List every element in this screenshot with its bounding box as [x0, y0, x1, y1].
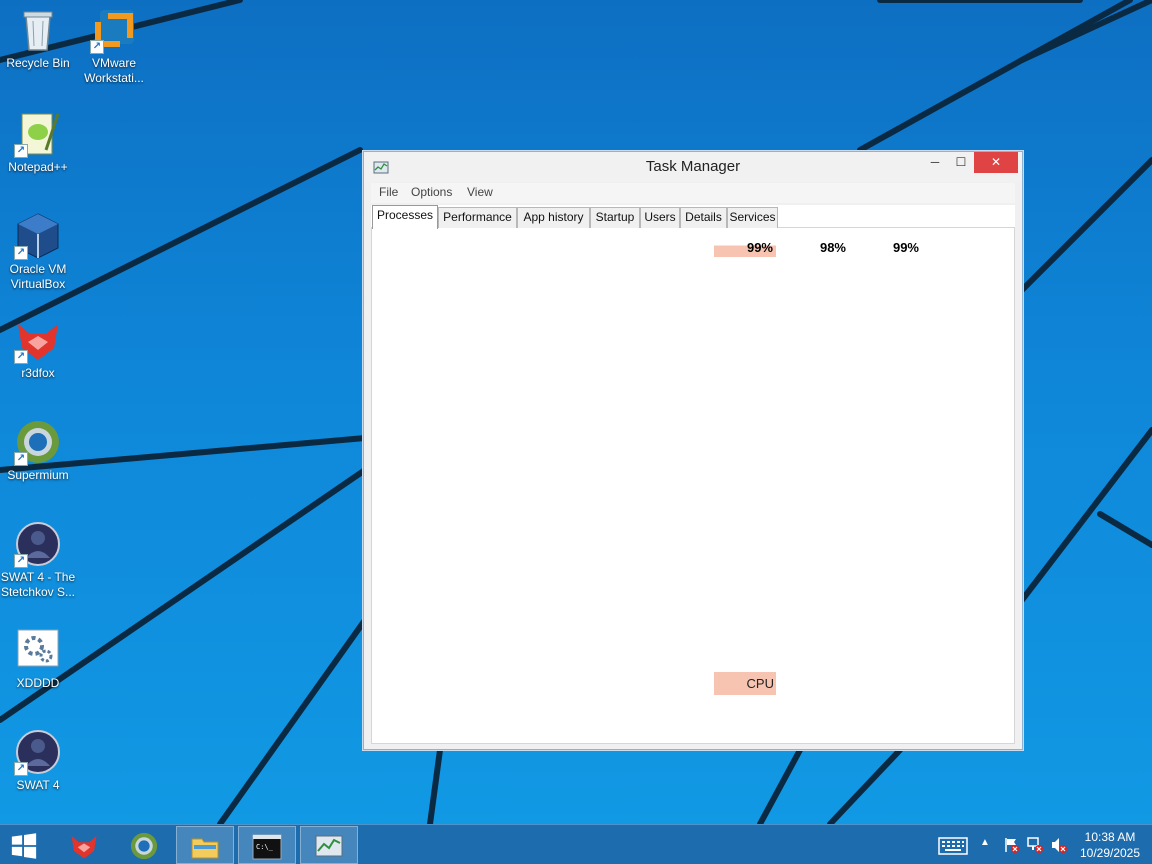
- taskbar-supermium[interactable]: [116, 826, 174, 864]
- swat4-icon: ↗: [14, 520, 62, 568]
- touch-keyboard-icon[interactable]: [938, 837, 968, 855]
- cpu-usage-header[interactable]: 99%: [714, 240, 776, 262]
- desktop-icon-label: SWAT 4: [16, 778, 60, 792]
- swat4-icon: ↗: [14, 728, 62, 776]
- desktop-icon-vmware[interactable]: ↗ VMware Workstati...: [76, 6, 152, 86]
- desktop-icon-notepad-plus-plus[interactable]: ↗ Notepad++: [0, 110, 76, 175]
- svg-text:C:\_: C:\_: [256, 843, 274, 851]
- close-button[interactable]: ✕: [974, 152, 1018, 173]
- tab-users[interactable]: Users: [640, 207, 680, 228]
- supermium-icon: ↗: [14, 418, 62, 466]
- desktop-icon-swat4[interactable]: ↗ SWAT 4: [0, 728, 76, 793]
- desktop-icon-label: Oracle VM VirtualBox: [9, 262, 67, 291]
- folder-icon: [191, 838, 219, 859]
- tab-startup[interactable]: Startup: [590, 207, 640, 228]
- menu-options[interactable]: Options: [411, 185, 452, 199]
- taskbar-task-manager[interactable]: [300, 826, 358, 864]
- network-icon[interactable]: [1026, 836, 1044, 854]
- desktop-icon-xdddd[interactable]: XDDDD: [0, 626, 76, 691]
- notepad-plus-plus-icon: ↗: [14, 110, 62, 158]
- shortcut-arrow-icon: ↗: [14, 762, 28, 776]
- taskbar: C:\_ ▲ 10:38 AM 10/29/2025: [0, 824, 1152, 864]
- clock[interactable]: 10:38 AM 10/29/2025: [1072, 829, 1148, 861]
- clock-time: 10:38 AM: [1084, 830, 1136, 844]
- shortcut-arrow-icon: ↗: [14, 554, 28, 568]
- cpu-column-label[interactable]: CPU: [714, 672, 776, 695]
- tab-processes[interactable]: Processes: [372, 205, 438, 229]
- action-center-flag-icon[interactable]: [1002, 836, 1020, 854]
- virtualbox-icon: ↗: [14, 212, 62, 260]
- taskbar-r3dfox[interactable]: [56, 826, 114, 864]
- menu-view[interactable]: View: [467, 185, 493, 199]
- clock-date: 10/29/2025: [1079, 846, 1141, 860]
- windows-logo-icon: [11, 833, 37, 859]
- recycle-bin-icon: [14, 6, 62, 54]
- desktop-icon-label: r3dfox: [21, 366, 55, 380]
- desktop-icon-swat4-stetchkov[interactable]: ↗ SWAT 4 - The Stetchkov S...: [0, 520, 76, 600]
- desktop-icon-r3dfox[interactable]: ↗ r3dfox: [0, 316, 76, 381]
- taskbar-command-prompt[interactable]: C:\_: [238, 826, 296, 864]
- r3dfox-icon: [71, 836, 97, 859]
- vmware-icon: ↗: [90, 6, 138, 54]
- r3dfox-icon: ↗: [14, 316, 62, 364]
- menu-file[interactable]: File: [379, 185, 398, 199]
- title-bar[interactable]: Task Manager ─ ☐ ✕: [364, 152, 1022, 182]
- shortcut-arrow-icon: ↗: [14, 246, 28, 260]
- shortcut-arrow-icon: ↗: [14, 350, 28, 364]
- desktop-icon-label: Supermium: [7, 468, 69, 482]
- task-manager-icon: [315, 835, 343, 857]
- processes-panel: 99% 98% 99% CPU: [371, 228, 1015, 744]
- shortcut-arrow-icon: ↗: [14, 452, 28, 466]
- start-button[interactable]: [0, 826, 48, 864]
- tab-app-history[interactable]: App history: [517, 207, 590, 228]
- tab-performance[interactable]: Performance: [438, 207, 517, 228]
- desktop-icon-recycle-bin[interactable]: Recycle Bin: [0, 6, 76, 71]
- tab-strip: Processes Performance App history Startu…: [371, 205, 1015, 229]
- desktop-icon-label: SWAT 4 - The Stetchkov S...: [0, 570, 76, 599]
- desktop: Recycle Bin ↗ VMware Workstati... ↗ Note…: [0, 0, 1152, 824]
- supermium-icon: [130, 832, 158, 860]
- desktop-icon-label: VMware Workstati...: [84, 56, 144, 85]
- taskbar-file-explorer[interactable]: [176, 826, 234, 864]
- volume-muted-icon[interactable]: [1050, 836, 1068, 854]
- desktop-icon-label: Recycle Bin: [6, 56, 70, 70]
- command-prompt-icon: C:\_: [252, 834, 282, 860]
- maximize-button[interactable]: ☐: [948, 152, 974, 173]
- tab-services[interactable]: Services: [727, 207, 778, 228]
- settings-gears-icon: [14, 626, 62, 674]
- desktop-icon-label: XDDDD: [16, 676, 60, 690]
- desktop-icon-virtualbox[interactable]: ↗ Oracle VM VirtualBox: [0, 212, 76, 292]
- desktop-icon-label: Notepad++: [8, 160, 68, 174]
- menu-bar: File Options View: [371, 183, 1015, 203]
- task-manager-window[interactable]: Task Manager ─ ☐ ✕ File Options View Pro…: [363, 151, 1023, 750]
- desktop-icon-supermium[interactable]: ↗ Supermium: [0, 418, 76, 483]
- disk-usage-header[interactable]: 99%: [860, 240, 922, 262]
- show-hidden-icons-button[interactable]: ▲: [980, 837, 990, 848]
- shortcut-arrow-icon: ↗: [14, 144, 28, 158]
- shortcut-arrow-icon: ↗: [90, 40, 104, 54]
- memory-usage-header[interactable]: 98%: [787, 240, 849, 262]
- minimize-button[interactable]: ─: [922, 152, 948, 173]
- tab-details[interactable]: Details: [680, 207, 727, 228]
